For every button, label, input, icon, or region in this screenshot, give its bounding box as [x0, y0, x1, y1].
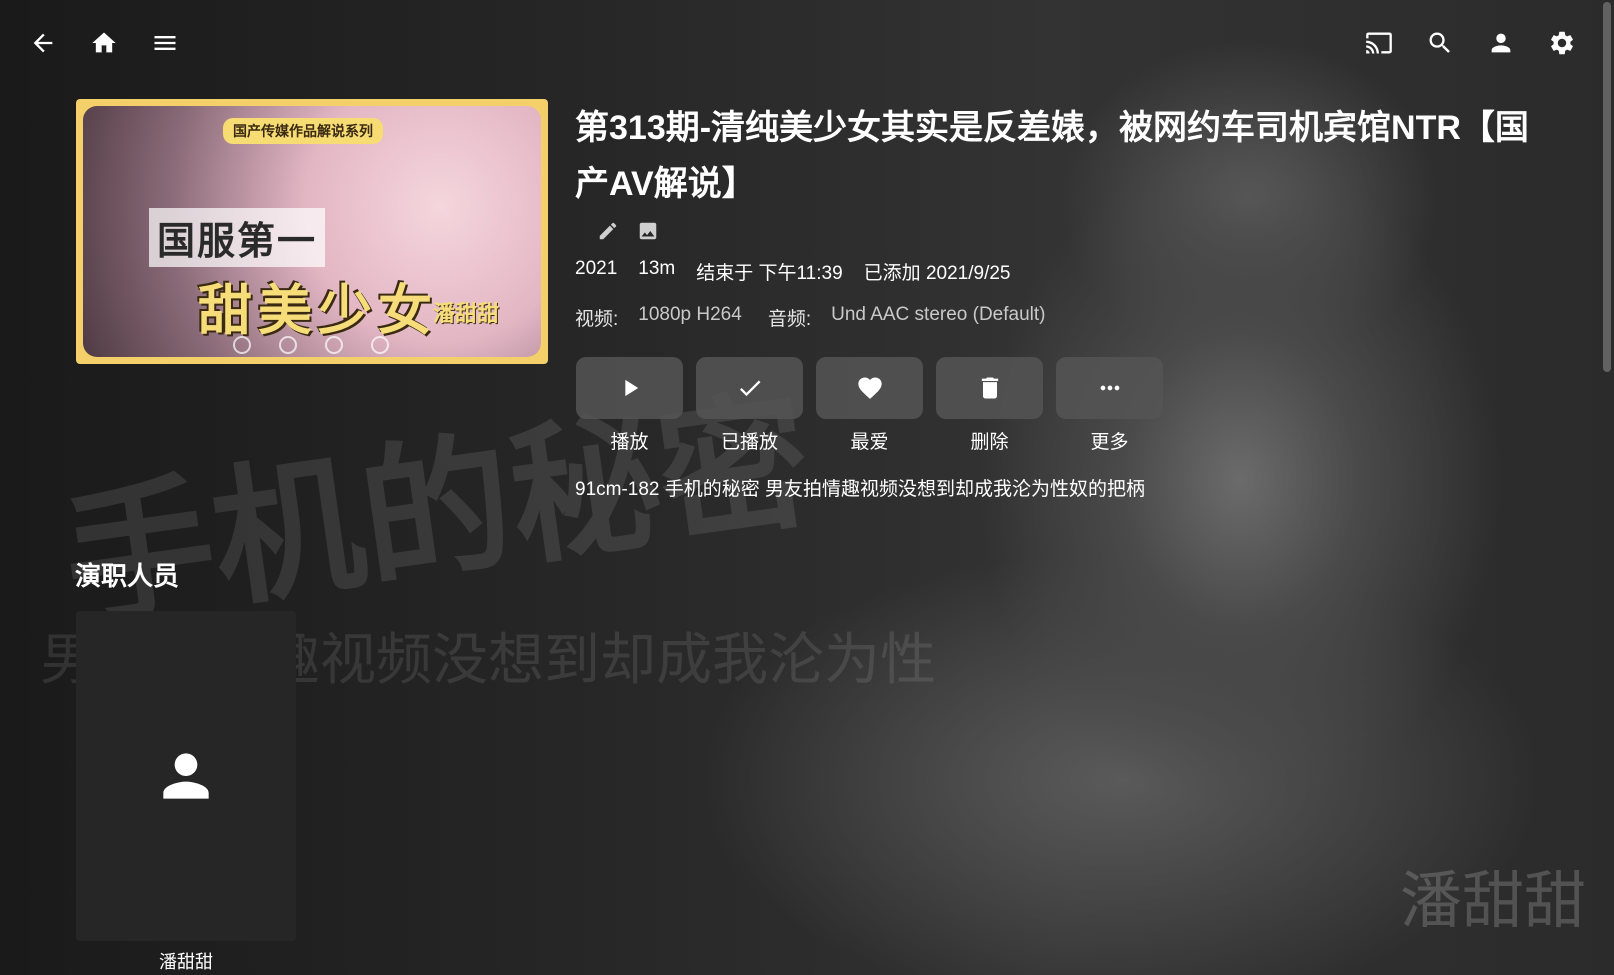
audio-value: Und AAC stereo (Default) [831, 304, 1046, 325]
cast-icon [1366, 32, 1392, 54]
cast-section-title: 演职人员 [75, 561, 180, 591]
cast-card[interactable] [76, 611, 296, 941]
play-icon [624, 379, 638, 397]
search-icon [1429, 32, 1450, 53]
favorite-button[interactable]: 最爱 [816, 357, 923, 454]
audio-label: 音频: [767, 309, 812, 330]
arrow-back-icon [33, 33, 53, 53]
top-bar [0, 0, 1614, 86]
cast-button[interactable] [1358, 22, 1400, 64]
scrollbar[interactable] [1600, 0, 1614, 975]
favorite-label: 最爱 [850, 432, 889, 453]
mark-played-label: 已播放 [720, 432, 778, 453]
poster-artwork: 国产传媒作品解说系列 国服第一 甜美少女 潘甜甜 [83, 106, 541, 357]
poster-series-tag: 国产传媒作品解说系列 [223, 118, 383, 144]
user-icon [1491, 33, 1511, 53]
delete-label: 删除 [970, 432, 1009, 453]
menu-button[interactable] [144, 22, 186, 64]
settings-button[interactable] [1541, 22, 1583, 64]
home-button[interactable] [83, 22, 125, 64]
heart-icon [857, 377, 882, 399]
poster-image[interactable]: 国产传媒作品解说系列 国服第一 甜美少女 潘甜甜 [76, 99, 548, 364]
home-icon [92, 32, 116, 53]
poster-caption-name: 潘甜甜 [433, 301, 500, 326]
trash-icon [981, 377, 998, 399]
backdrop-signature: 潘甜甜 [1400, 864, 1587, 937]
menu-icon [154, 36, 176, 50]
item-metadata: 2021 13m 结束于 下午11:39 已添加 2021/9/25 [575, 258, 1010, 285]
delete-button[interactable]: 删除 [936, 357, 1043, 454]
more-button[interactable]: 更多 [1056, 357, 1163, 454]
item-runtime: 13m [638, 258, 676, 279]
more-icon [1100, 385, 1119, 391]
item-end-time: 结束于 下午11:39 [696, 263, 843, 284]
pencil-icon[interactable] [597, 220, 619, 242]
poster-caption-main: 甜美少女 [198, 281, 438, 341]
person-icon [163, 753, 209, 799]
back-button[interactable] [22, 22, 64, 64]
more-label: 更多 [1090, 432, 1129, 453]
item-edit-tools [597, 220, 659, 242]
image-icon[interactable] [637, 220, 659, 242]
action-buttons: 播放 已播放 最爱 删除 更多 [576, 357, 1163, 454]
item-title: 第313期-清纯美少女其实是反差婊，被网约车司机宾馆NTR【国产AV解说】 [575, 109, 1529, 203]
item-date-added: 已添加 2021/9/25 [863, 263, 1011, 284]
check-icon [739, 380, 760, 397]
cast-name[interactable]: 潘甜甜 [76, 948, 296, 974]
poster-caption-top: 国服第一 [149, 208, 326, 267]
item-overview: 91cm-182 手机的秘密 男友拍情趣视频没想到却成我沦为性奴的把柄 [575, 479, 1146, 500]
mark-played-button[interactable]: 已播放 [696, 357, 803, 454]
video-value: 1080p H264 [638, 304, 742, 325]
media-info: 视频: 1080p H264 音频: Und AAC stereo (Defau… [575, 304, 1063, 331]
gear-icon [1551, 31, 1573, 55]
user-button[interactable] [1480, 22, 1522, 64]
scrollbar-thumb[interactable] [1603, 2, 1611, 372]
video-label: 视频: [575, 309, 619, 330]
poster-social-icons [233, 336, 389, 354]
search-button[interactable] [1419, 22, 1461, 64]
play-label: 播放 [610, 432, 649, 453]
item-year: 2021 [575, 258, 618, 279]
play-button[interactable]: 播放 [576, 357, 683, 454]
